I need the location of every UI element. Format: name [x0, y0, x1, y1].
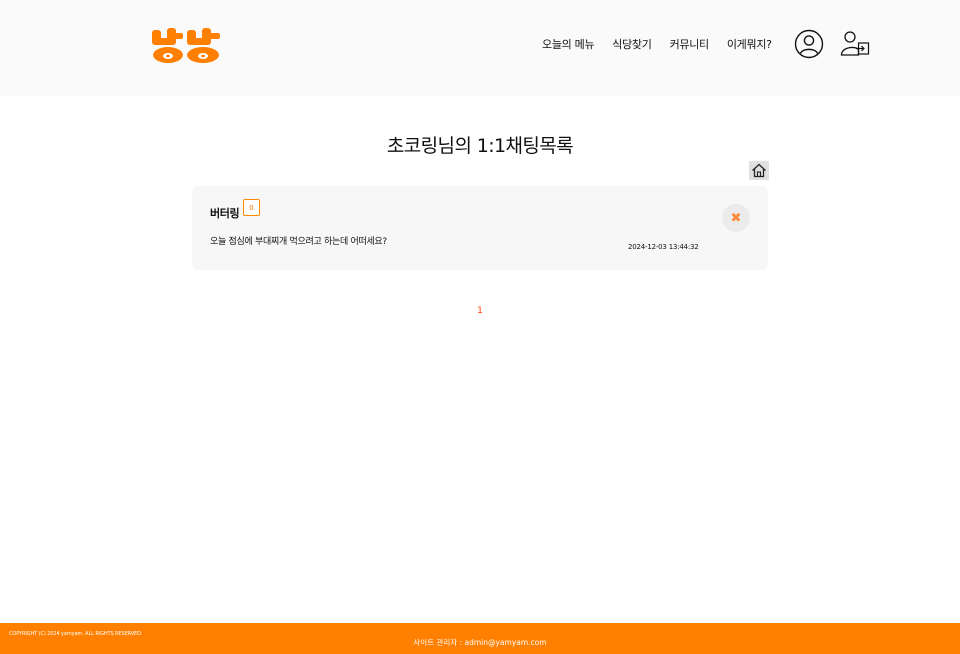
chat-partner-name: 버터링 — [210, 207, 240, 220]
nav-today-menu[interactable]: 오늘의 메뉴 — [542, 36, 595, 52]
page-link-current[interactable]: 1 — [477, 306, 483, 316]
nav-community[interactable]: 커뮤니티 — [670, 36, 710, 52]
user-circle-icon[interactable] — [794, 29, 824, 59]
pagination: 1 — [0, 306, 960, 316]
close-chat-button[interactable]: ✖ — [722, 204, 750, 232]
admin-contact: 사이트 관리자 : admin@yamyam.com — [413, 638, 547, 647]
main-nav: 오늘의 메뉴 식당찾기 커뮤니티 이게뭐지? — [542, 36, 772, 52]
unread-count-badge: 0 — [243, 199, 260, 216]
nav-what-is-this[interactable]: 이게뭐지? — [727, 36, 772, 52]
home-button[interactable] — [749, 161, 769, 180]
page-title: 초코링님의 1:1채팅목록 — [386, 135, 574, 157]
site-footer: COPYRIGHT (C) 2024 yamyam. ALL RIGHTS RE… — [0, 623, 960, 654]
chat-last-message: 오늘 점심에 부대찌개 먹으려고 하는데 어떠세요? — [210, 237, 387, 247]
home-icon — [752, 163, 766, 178]
chat-room-item[interactable]: 버터링 0 오늘 점심에 부대찌개 먹으려고 하는데 어떠세요? 2024-12… — [192, 186, 768, 270]
site-header: 냠냠 오늘의 메뉴 식당찾기 커뮤니티 이게뭐지? — [0, 0, 960, 96]
close-icon: ✖ — [730, 210, 742, 226]
site-logo[interactable]: 냠냠 — [151, 27, 221, 65]
nav-find-restaurant[interactable]: 식당찾기 — [612, 36, 652, 52]
chat-timestamp: 2024-12-03 13:44:32 — [628, 243, 699, 251]
user-login-icon[interactable] — [840, 29, 870, 59]
